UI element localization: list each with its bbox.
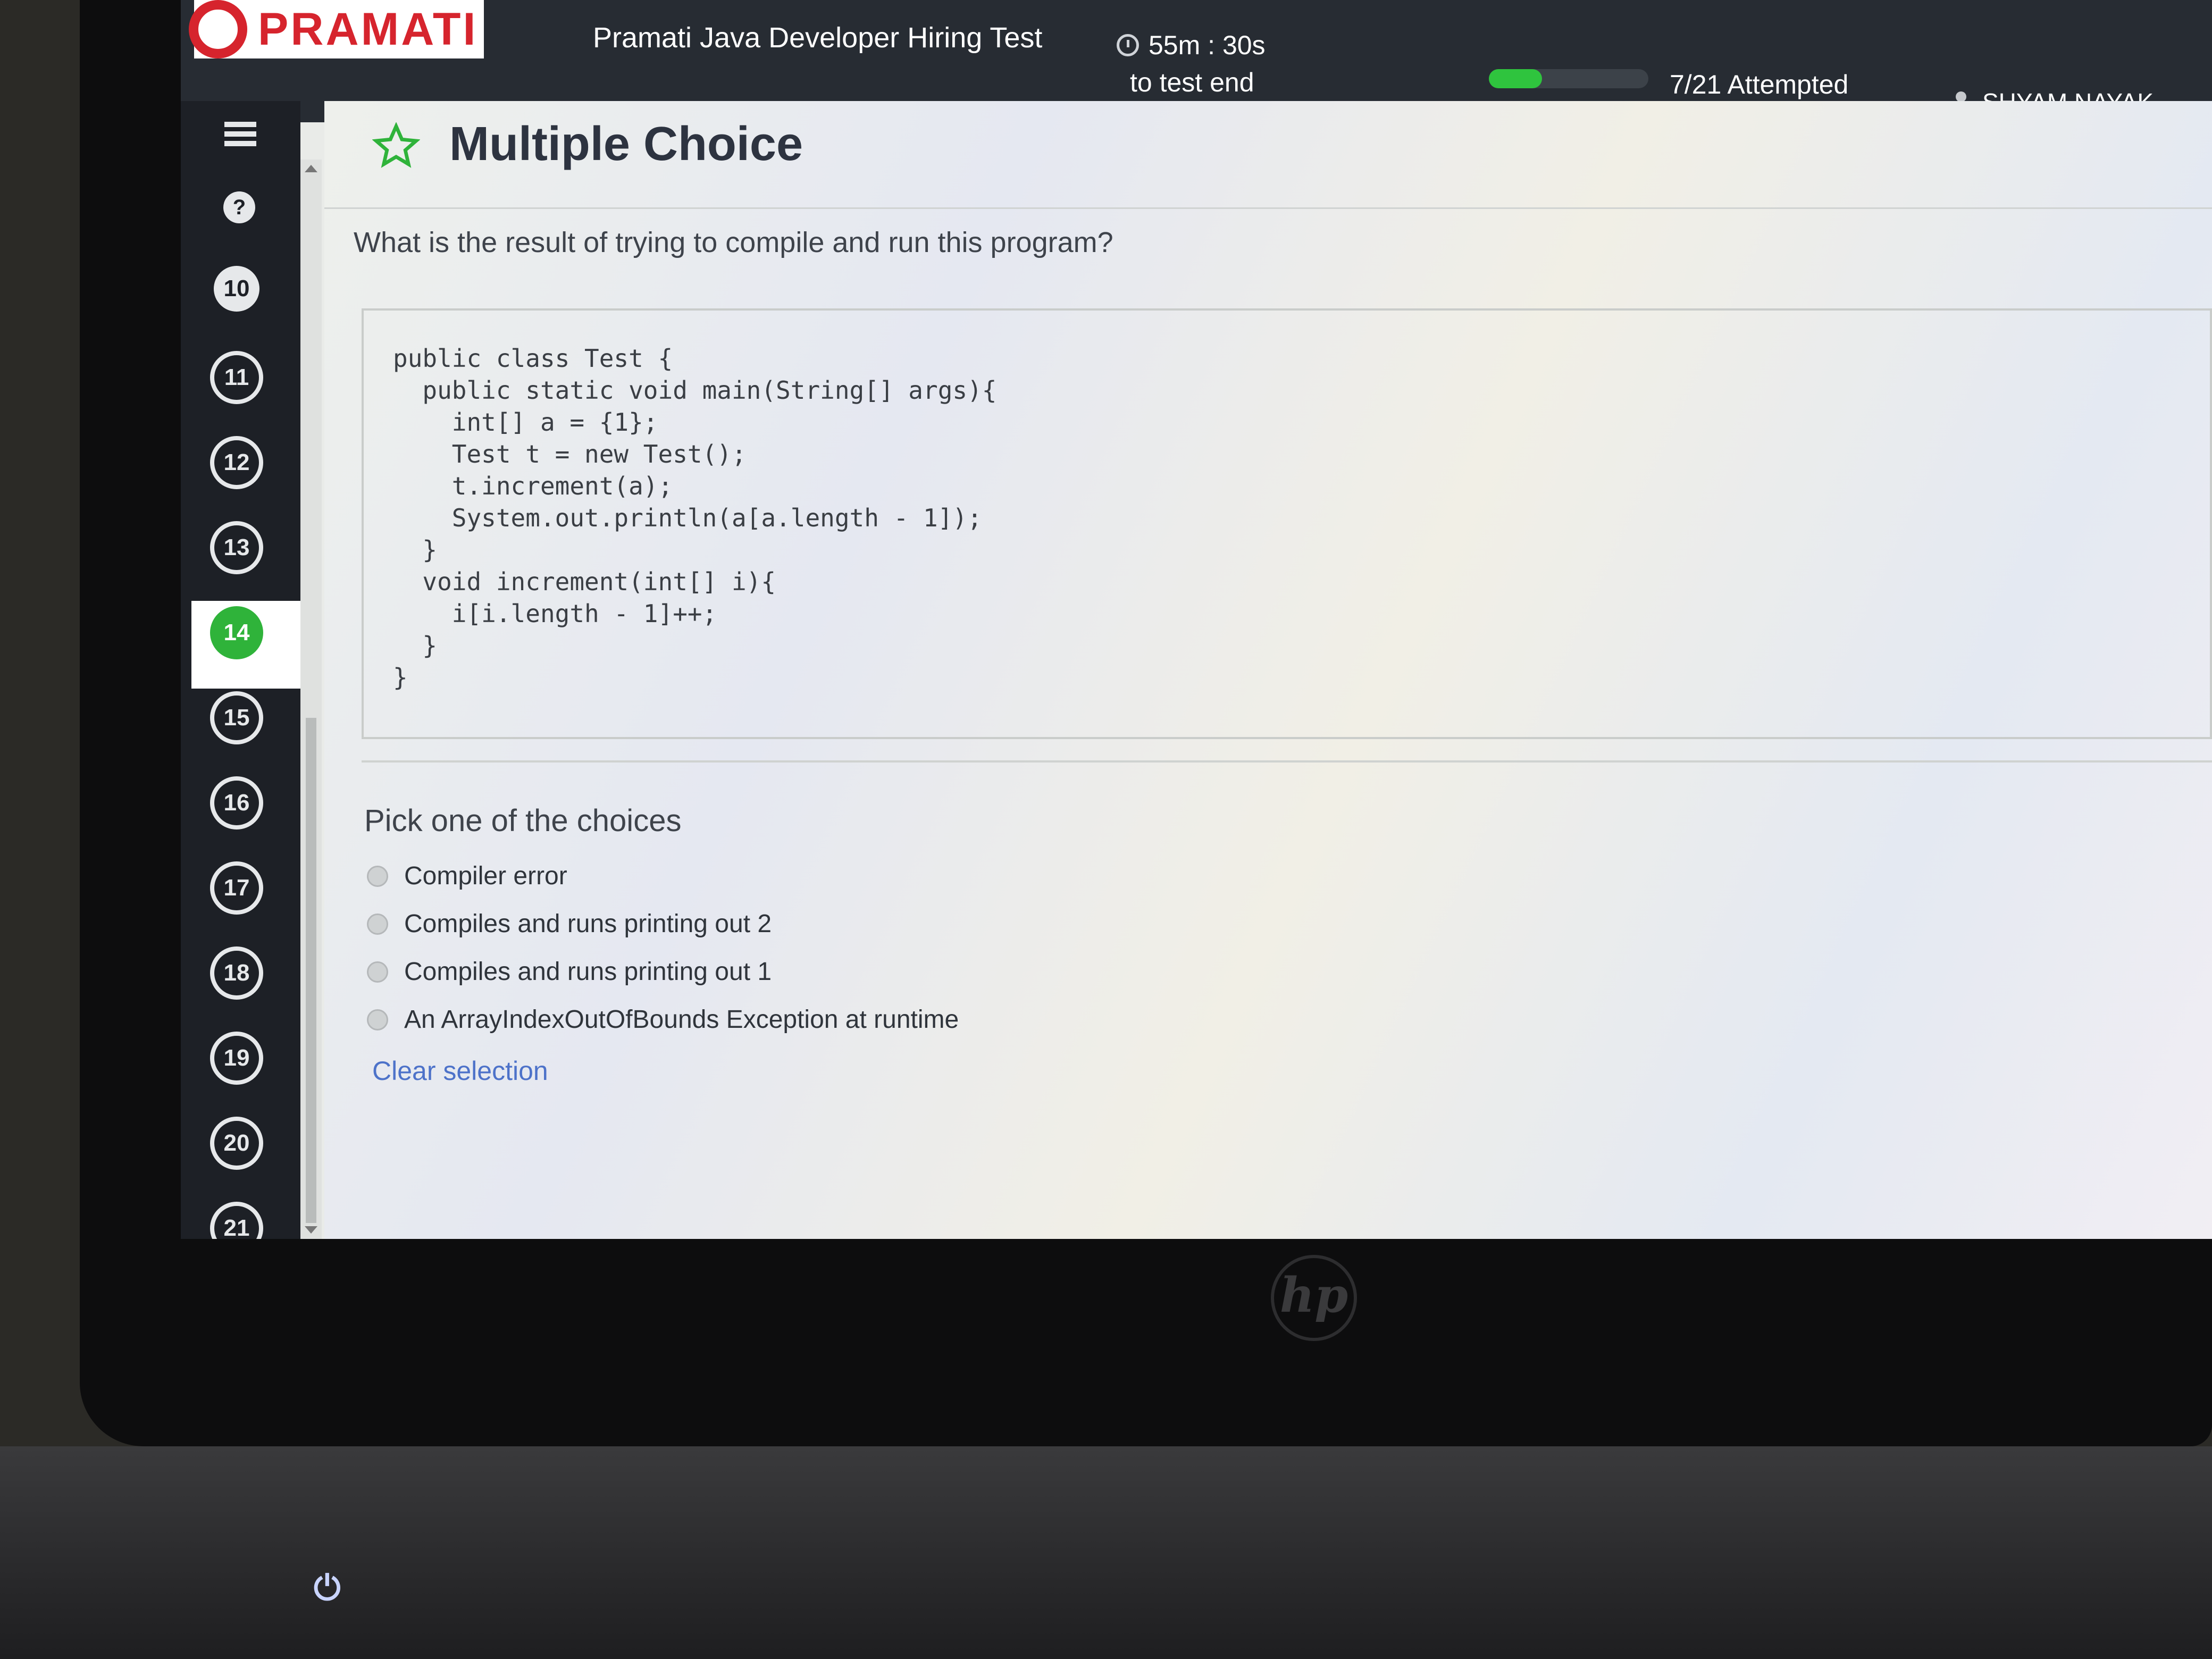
scroll-thumb[interactable]: [306, 718, 316, 1223]
sidebar-scrollbar[interactable]: [300, 160, 322, 1239]
question-nav-item-18[interactable]: 18: [210, 946, 263, 1000]
logo-text: PRAMATI: [258, 3, 478, 55]
brand-logo: PRAMATI: [189, 0, 484, 58]
question-nav-item-12[interactable]: 12: [210, 436, 263, 489]
question-sidebar: ? 10 11 12 13 14 15 16 17 18 19 20 21: [181, 101, 300, 1239]
choice-option[interactable]: Compiles and runs printing out 1: [367, 957, 772, 986]
question-nav-item-10[interactable]: 10: [214, 266, 259, 312]
power-icon: ⏻: [314, 1569, 341, 1608]
choice-label: Compiles and runs printing out 1: [404, 958, 772, 986]
scroll-up-icon[interactable]: [305, 165, 317, 172]
timer-label: to test end: [1130, 68, 1254, 97]
question-list-icon[interactable]: [223, 117, 257, 151]
choice-option[interactable]: Compiles and runs printing out 2: [367, 909, 772, 939]
divider: [362, 760, 2212, 763]
timer: 55m : 30s to test end: [1117, 27, 1266, 101]
question-nav-item-15[interactable]: 15: [210, 691, 263, 744]
code-text: public class Test { public static void m…: [393, 344, 997, 692]
hp-logo: hp: [1271, 1255, 1357, 1341]
attempted-count: 7/21 Attempted: [1670, 70, 1849, 99]
choices-heading: Pick one of the choices: [364, 803, 682, 838]
question-nav-item-20[interactable]: 20: [210, 1117, 263, 1170]
question-nav-item-19[interactable]: 19: [210, 1032, 263, 1085]
radio-button[interactable]: [367, 865, 388, 887]
choice-label: An ArrayIndexOutOfBounds Exception at ru…: [404, 1006, 959, 1034]
question-prompt: What is the result of trying to compile …: [354, 227, 1113, 258]
question-nav-item-11[interactable]: 11: [210, 351, 263, 404]
choice-option[interactable]: Compiler error: [367, 861, 567, 891]
radio-button[interactable]: [367, 913, 388, 935]
clear-selection-link[interactable]: Clear selection: [372, 1055, 548, 1086]
clock-icon: [1117, 34, 1139, 56]
screen: PRAMATI Pramati Java Developer Hiring Te…: [181, 0, 2212, 1239]
question-panel: Multiple Choice What is the result of tr…: [324, 101, 2212, 1239]
radio-button[interactable]: [367, 1009, 388, 1030]
choice-label: Compiler error: [404, 862, 567, 890]
test-title: Pramati Java Developer Hiring Test: [593, 22, 1043, 54]
question-nav-item-16[interactable]: 16: [210, 776, 263, 830]
question-type-title: Multiple Choice: [449, 118, 803, 171]
question-nav-item-14[interactable]: 14: [210, 606, 263, 659]
question-header: Multiple Choice: [324, 101, 2212, 209]
question-nav-item-17[interactable]: 17: [210, 861, 263, 915]
laptop-keyboard-deck: [0, 1446, 2212, 1659]
question-nav-item-13[interactable]: 13: [210, 521, 263, 574]
choice-option[interactable]: An ArrayIndexOutOfBounds Exception at ru…: [367, 1005, 959, 1034]
help-icon[interactable]: ?: [223, 191, 255, 223]
attempt-progress-bar: [1489, 69, 1648, 88]
progress-fill: [1489, 69, 1542, 88]
scroll-down-icon[interactable]: [305, 1226, 317, 1234]
question-nav-item-21[interactable]: 21: [210, 1202, 263, 1239]
timer-value: 55m : 30s: [1149, 30, 1266, 60]
code-block: public class Test { public static void m…: [362, 308, 2212, 739]
logo-mark-icon: [189, 0, 247, 58]
radio-button[interactable]: [367, 961, 388, 983]
choice-label: Compiles and runs printing out 2: [404, 910, 772, 938]
star-icon[interactable]: [372, 122, 420, 170]
